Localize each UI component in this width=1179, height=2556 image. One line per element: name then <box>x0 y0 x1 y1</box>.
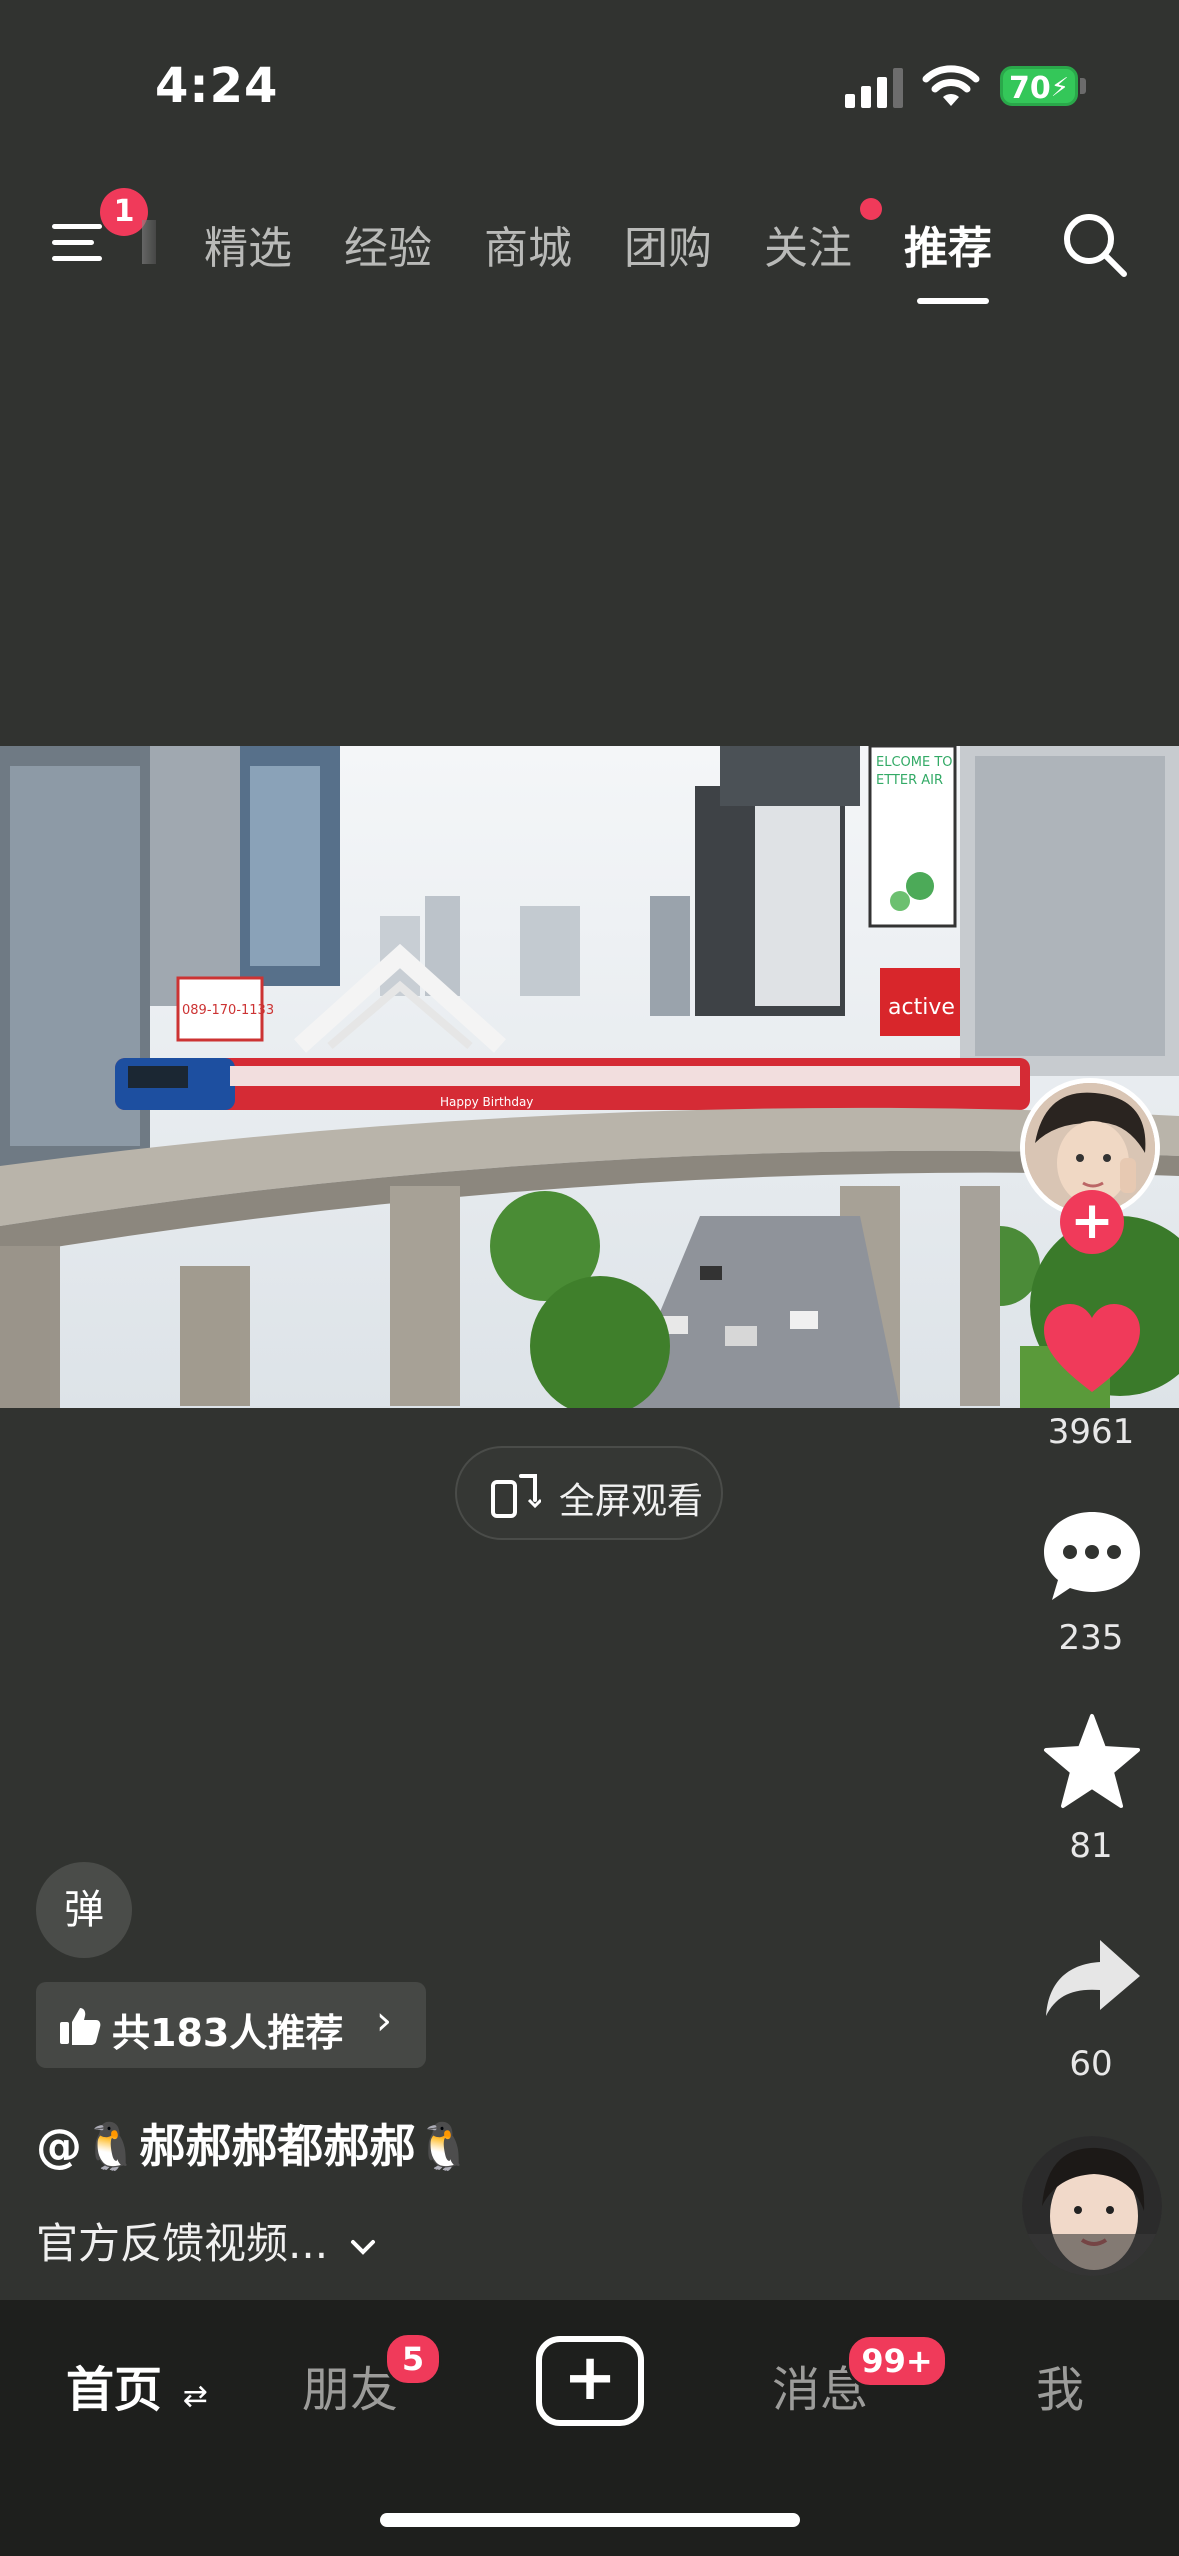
like-count: 3961 <box>1047 1412 1135 1452</box>
video-description[interactable]: 官方反馈视频... <box>36 2210 377 2271</box>
description-text: 官方反馈视频... <box>36 2219 329 2268</box>
like-heart-icon[interactable] <box>1040 1300 1144 1400</box>
author-name[interactable]: @🐧郝郝郝都郝郝🐧 <box>36 2110 473 2176</box>
billboard-active: active <box>888 995 955 1020</box>
recommend-pill[interactable]: 共183人推荐 › <box>36 1982 426 2068</box>
thumbs-up-icon <box>60 2008 101 2045</box>
tab-me[interactable]: 我 <box>1036 2350 1084 2420</box>
follow-notification-dot <box>860 198 882 220</box>
home-indicator[interactable] <box>380 2513 800 2527</box>
share-arrow-icon[interactable] <box>1040 1930 1144 2030</box>
video-frame-illustration: ELCOME TO ETTER AIR active 089-170-1133 … <box>0 746 1179 1408</box>
search-icon[interactable] <box>1060 210 1130 280</box>
battery-level: 70 <box>1009 71 1051 106</box>
battery-cap <box>1080 78 1086 94</box>
create-post-button[interactable]: + <box>536 2336 644 2426</box>
billboard-phone: 089-170-1133 <box>182 1003 274 1018</box>
tab-tuijian[interactable]: 推荐 <box>904 212 992 276</box>
partial-tab-fade <box>142 220 156 264</box>
danmu-toggle-button[interactable]: 弹 <box>36 1862 132 1958</box>
status-time: 4:24 <box>155 58 279 114</box>
follow-button[interactable]: + <box>1060 1190 1124 1254</box>
swap-arrows-icon: ⇄ <box>182 2379 208 2414</box>
comment-count: 235 <box>1058 1618 1124 1658</box>
cellular-signal-icon <box>845 68 903 108</box>
tab-home[interactable]: 首页 ⇄ <box>66 2350 208 2420</box>
favorite-star-icon[interactable] <box>1040 1712 1144 1812</box>
active-tab-indicator <box>917 298 989 304</box>
friends-badge: 5 <box>384 2332 442 2386</box>
charging-bolt-icon: ⚡ <box>1050 73 1069 103</box>
messages-badge: 99+ <box>846 2334 948 2388</box>
recommend-count-text: 共183人推荐 <box>112 2011 344 2055</box>
music-disc-avatar[interactable] <box>1022 2136 1162 2276</box>
music-disc-image <box>1022 2136 1162 2276</box>
tab-jingyan[interactable]: 经验 <box>344 212 432 276</box>
fullscreen-label: 全屏观看 <box>559 1481 704 1522</box>
billboard-text-top-2: ETTER AIR <box>876 773 943 788</box>
fullscreen-button[interactable]: 全屏观看 <box>455 1446 723 1540</box>
chevron-right-icon: › <box>376 1998 392 2044</box>
video-player[interactable]: ELCOME TO ETTER AIR active 089-170-1133 … <box>0 746 1179 1408</box>
comment-icon[interactable] <box>1040 1506 1144 1606</box>
battery-icon: 70 ⚡ <box>1000 66 1078 106</box>
favorite-count: 81 <box>1069 1826 1113 1866</box>
menu-badge: 1 <box>100 188 148 236</box>
tab-tuangou[interactable]: 团购 <box>624 212 712 276</box>
tab-jingxuan[interactable]: 精选 <box>204 212 292 276</box>
tab-shangcheng[interactable]: 商城 <box>484 212 572 276</box>
wifi-icon <box>922 65 980 106</box>
menu-icon[interactable] <box>52 218 108 268</box>
tab-home-label: 首页 <box>66 2362 163 2418</box>
rotate-phone-icon <box>491 1474 541 1518</box>
billboard-text-top: ELCOME TO <box>876 755 953 770</box>
share-count: 60 <box>1069 2044 1113 2084</box>
tab-guanzhu[interactable]: 关注 <box>764 212 852 276</box>
train-text: Happy Birthday <box>440 1095 533 1109</box>
chevron-down-icon <box>351 2239 376 2255</box>
